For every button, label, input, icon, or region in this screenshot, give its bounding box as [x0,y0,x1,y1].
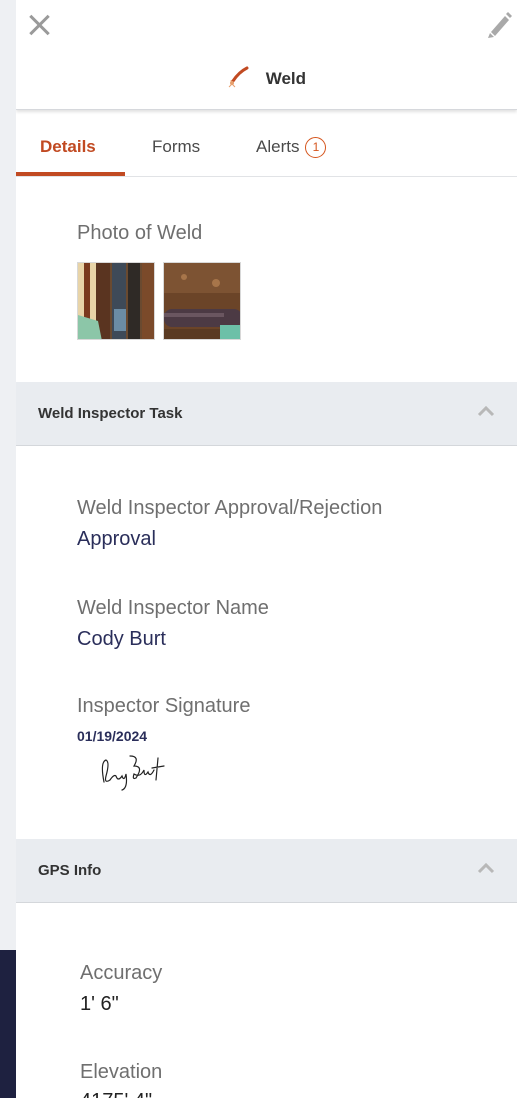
weld-photo-thumbnail-1[interactable] [77,262,155,340]
signature-date: 01/19/2024 [77,728,148,744]
header-bar: Weld [16,0,517,110]
accuracy-value: 1' 6" [80,993,119,1015]
handwritten-signature [96,752,172,797]
pencil-icon[interactable] [487,10,513,38]
inspector-name-label: Weld Inspector Name [77,597,269,619]
tab-alerts[interactable]: Alerts 1 [256,137,327,158]
weld-detail-panel: Weld Details Forms Alerts 1 Photo of Weld [16,0,517,1098]
elevation-label: Elevation [80,1061,163,1083]
tab-details-label: Details [40,137,96,156]
tab-details[interactable]: Details [40,137,96,157]
inspector-name-value: Cody Burt [77,628,166,650]
welding-torch-icon [227,66,266,88]
elevation-value: 4175' 4" [80,1090,152,1098]
chevron-up-icon [477,861,495,879]
approval-field-value: Approval [77,528,156,550]
title-text: Weld [265,69,307,88]
tab-bar: Details Forms Alerts 1 [16,125,517,177]
photo-label: Photo of Weld [77,222,203,244]
gps-info-section-header[interactable]: GPS Info [16,839,517,903]
weld-photo-thumbnail-2[interactable] [163,262,241,340]
accuracy-label: Accuracy [80,962,163,984]
weld-inspector-section-header[interactable]: Weld Inspector Task [16,382,517,446]
tab-alerts-label: Alerts [256,137,300,156]
chevron-up-icon [477,404,495,422]
active-tab-indicator [16,172,125,176]
section-title: GPS Info [38,862,102,879]
background-app-edge [0,950,16,1098]
tab-forms[interactable]: Forms [152,137,200,157]
section-title: Weld Inspector Task [38,405,183,422]
page-title: Weld [16,66,517,89]
inspector-signature-label: Inspector Signature [77,695,251,717]
tab-forms-label: Forms [152,137,201,156]
close-icon[interactable] [24,10,54,40]
alerts-count-badge: 1 [305,137,327,158]
approval-field-label: Weld Inspector Approval/Rejection [77,497,383,519]
